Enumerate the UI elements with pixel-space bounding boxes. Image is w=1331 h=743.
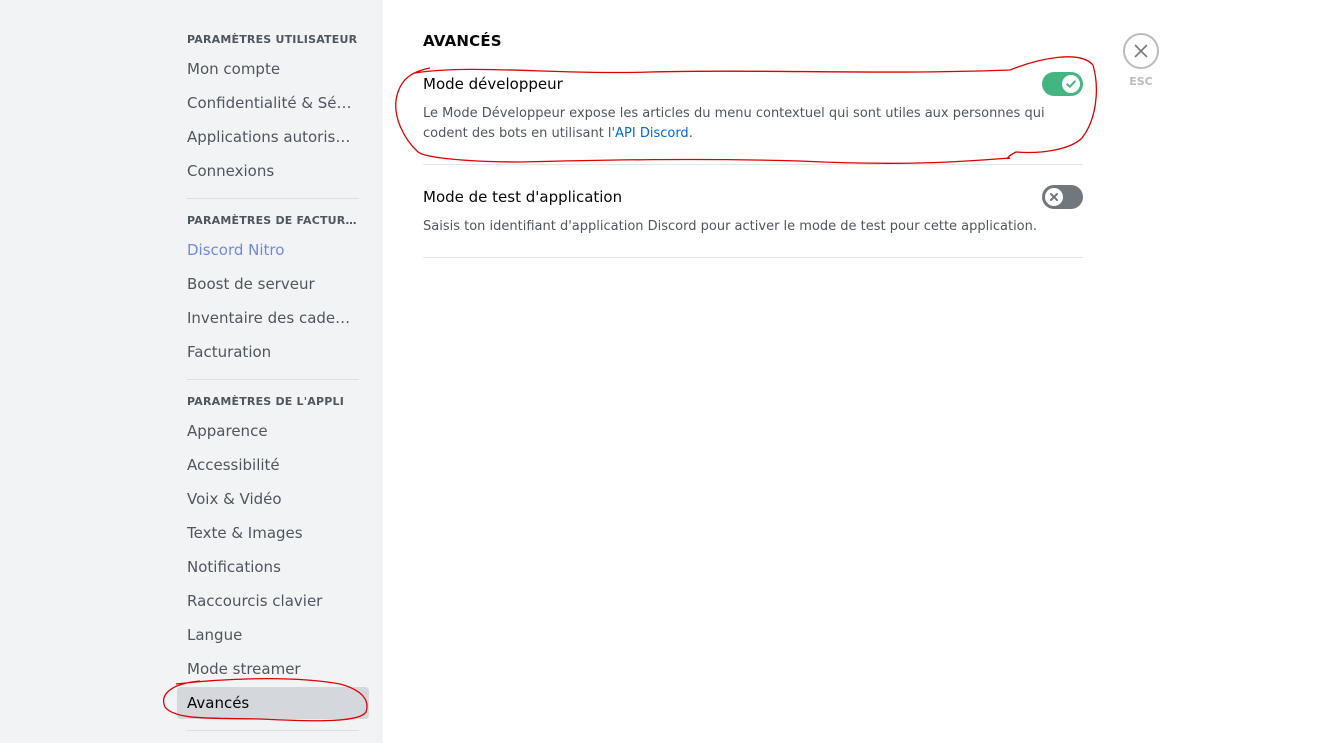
app-test-mode-toggle[interactable] bbox=[1042, 185, 1083, 209]
sidebar-item-language[interactable]: Langue bbox=[177, 619, 369, 651]
close-control: ESC bbox=[1123, 33, 1159, 88]
sidebar-item-accessibility[interactable]: Accessibilité bbox=[177, 449, 369, 481]
developer-mode-description-end: . bbox=[688, 126, 693, 141]
setting-divider bbox=[423, 257, 1083, 258]
check-icon bbox=[1066, 80, 1076, 88]
api-discord-link[interactable]: API Discord bbox=[615, 126, 689, 141]
sidebar-item-streamer-mode[interactable]: Mode streamer bbox=[177, 653, 369, 685]
sidebar-separator bbox=[187, 198, 359, 199]
sidebar-item-server-boost[interactable]: Boost de serveur bbox=[177, 268, 369, 300]
sidebar-item-my-account[interactable]: Mon compte bbox=[177, 53, 369, 85]
sidebar-item-notifications[interactable]: Notifications bbox=[177, 551, 369, 583]
app-test-mode-title: Mode de test d'application bbox=[423, 188, 623, 206]
close-button[interactable] bbox=[1123, 33, 1159, 69]
developer-mode-description: Le Mode Développeur expose les articles … bbox=[423, 104, 1083, 144]
developer-mode-description-text: Le Mode Développeur expose les articles … bbox=[423, 106, 1045, 141]
sidebar-header-billing-settings: PARAMÈTRES DE FACTURATION bbox=[187, 214, 359, 227]
sidebar-separator bbox=[187, 379, 359, 380]
setting-divider bbox=[423, 164, 1083, 165]
close-icon bbox=[1134, 44, 1148, 58]
toggle-knob bbox=[1045, 188, 1063, 206]
sidebar-item-billing[interactable]: Facturation bbox=[177, 336, 369, 368]
settings-sidebar: PARAMÈTRES UTILISATEUR Mon compte Confid… bbox=[0, 0, 383, 743]
sidebar-item-advanced[interactable]: Avancés bbox=[177, 687, 369, 719]
sidebar-separator bbox=[187, 730, 359, 731]
esc-label: ESC bbox=[1129, 75, 1153, 88]
sidebar-item-discord-nitro[interactable]: Discord Nitro bbox=[177, 234, 369, 266]
sidebar-header-user-settings: PARAMÈTRES UTILISATEUR bbox=[187, 33, 358, 46]
settings-content: AVANCÉS Mode développeur Le Mode Dévelop… bbox=[383, 0, 1331, 743]
sidebar-item-authorized-apps[interactable]: Applications autorisées bbox=[177, 121, 369, 153]
sidebar-item-gift-inventory[interactable]: Inventaire des cadeaux bbox=[177, 302, 369, 334]
x-icon bbox=[1050, 193, 1058, 201]
settings-window: PARAMÈTRES UTILISATEUR Mon compte Confid… bbox=[0, 0, 1331, 743]
sidebar-header-app-settings: PARAMÈTRES DE L'APPLI bbox=[187, 395, 345, 408]
sidebar-item-keybinds[interactable]: Raccourcis clavier bbox=[177, 585, 369, 617]
sidebar-item-appearance[interactable]: Apparence bbox=[177, 415, 369, 447]
toggle-knob bbox=[1062, 75, 1080, 93]
developer-mode-title: Mode développeur bbox=[423, 75, 563, 93]
app-test-mode-description: Saisis ton identifiant d'application Dis… bbox=[423, 219, 1038, 234]
sidebar-item-connections[interactable]: Connexions bbox=[177, 155, 369, 187]
sidebar-item-voice-video[interactable]: Voix & Vidéo bbox=[177, 483, 369, 515]
developer-mode-toggle[interactable] bbox=[1042, 72, 1083, 96]
sidebar-item-privacy-safety[interactable]: Confidentialité & Sécurité bbox=[177, 87, 369, 119]
sidebar-item-text-images[interactable]: Texte & Images bbox=[177, 517, 369, 549]
page-title: AVANCÉS bbox=[423, 32, 502, 50]
